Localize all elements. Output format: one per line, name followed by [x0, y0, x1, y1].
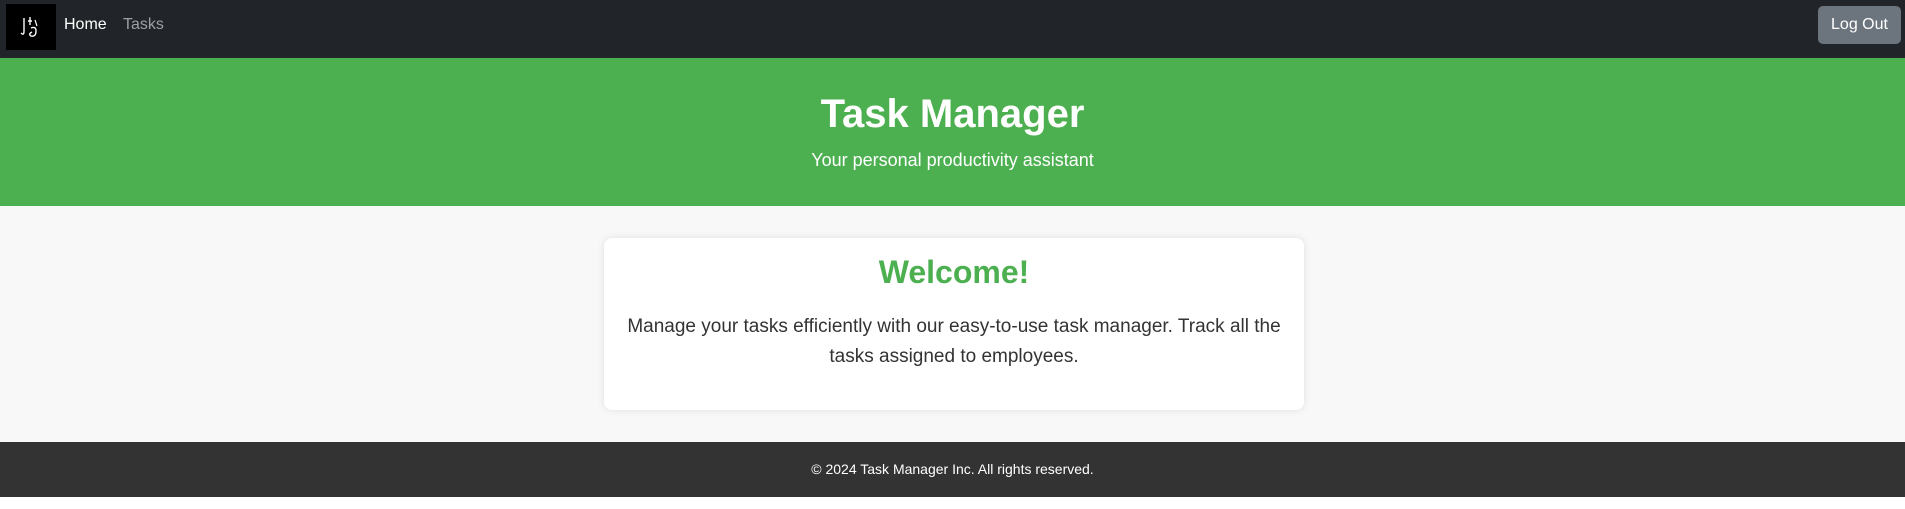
page-subtitle: Your personal productivity assistant — [811, 150, 1094, 170]
nav-link-tasks[interactable]: Tasks — [123, 16, 164, 34]
main-content: Welcome! Manage your tasks efficiently w… — [0, 206, 1905, 442]
top-navbar: Home Tasks Log Out — [0, 0, 1905, 58]
copyright-text: © 2024 Task Manager Inc. All rights rese… — [811, 461, 1094, 477]
welcome-card: Welcome! Manage your tasks efficiently w… — [604, 238, 1304, 410]
nav-link-home[interactable]: Home — [64, 16, 107, 34]
brand-logo-icon — [20, 17, 38, 37]
welcome-description: Manage your tasks efficiently with our e… — [627, 316, 1281, 367]
welcome-heading: Welcome! — [878, 254, 1030, 290]
page-footer: © 2024 Task Manager Inc. All rights rese… — [0, 442, 1905, 497]
hero-banner: Task Manager Your personal productivity … — [0, 58, 1905, 206]
brand-logo[interactable] — [6, 4, 56, 50]
logout-button[interactable]: Log Out — [1818, 6, 1901, 44]
page-title: Task Manager — [820, 92, 1085, 136]
